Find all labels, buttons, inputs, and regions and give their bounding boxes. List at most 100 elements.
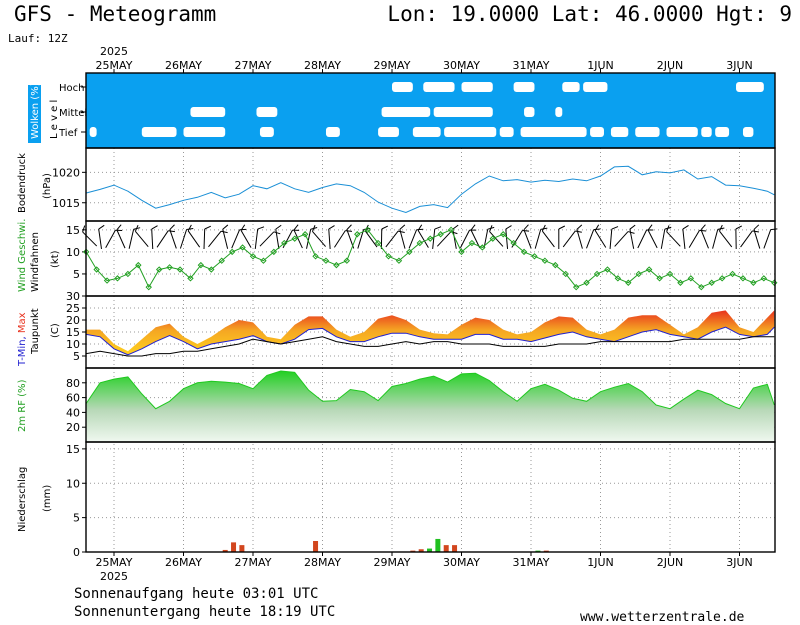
precipitation-axis-label: Niederschlag [17,467,28,532]
wind-barb [637,229,654,249]
wind-barb-feather [611,226,619,230]
wind-barb-feather [699,229,707,232]
wind-barb [312,225,326,247]
wind-barb [399,224,406,249]
cloud-block [141,127,177,137]
wind-barb [82,225,98,247]
wind-barb [408,228,424,249]
wind-speed-line [85,229,775,289]
cloud-block [423,82,455,92]
wind-barb-staff [293,229,303,249]
wind-barb [753,224,761,249]
temperature-tick-label: 10 [66,338,80,351]
cloud-level-label: Hoch [59,83,84,94]
day-label-bottom: 1JUN [587,556,614,569]
wind-barb [452,224,459,249]
wind-barb-staff [208,230,222,248]
wind-barb-staff [666,231,681,247]
source-credit[interactable]: www.wetterzentrale.de [580,610,744,625]
wind-barb [688,229,707,248]
temperature-range-band [86,310,775,355]
dewpoint-line [86,336,775,357]
pressure-unit-label: (hPa) [42,173,53,199]
wind-barb-feather [151,225,158,230]
cloud-block [635,127,660,137]
wind-barb-feather [257,226,265,230]
wind-barb [647,224,658,249]
wind-barb-feather [345,230,353,232]
wind-barb-feather [558,225,566,230]
wind-barb [534,227,548,249]
wind-barb [98,224,105,249]
wind-barb-feather [452,224,459,230]
wind-barb-staff [700,229,709,249]
wind-tick-label: 10 [66,246,80,259]
day-label-bottom: 2JUN [657,556,684,569]
wind-barb-staff [660,229,666,249]
precipitation-bar [452,545,458,552]
wind-barb [576,224,583,249]
wind-barb-staff [740,230,753,248]
cloud-block [701,127,712,137]
windfahnen-axis-label: Windfahnen [30,232,41,292]
precipitation-bar [435,538,441,552]
cloud-axis-label: Wolken (%) [30,82,41,139]
wind-barb [523,224,532,249]
precipitation-bar [443,545,449,552]
day-label-bottom: 29MAY [374,556,411,569]
day-label-bottom: 30MAY [443,556,480,569]
humidity-tick-label: 20 [66,421,80,434]
cloud-block [259,127,274,137]
temperature-tick-label: 30 [66,290,80,303]
wind-barb [208,230,228,248]
wind-barb-feather [204,225,212,230]
humidity-axis-label: 2m RF (%) [17,379,28,432]
wind-barb-feather [647,224,653,231]
temperature-tick-label: 15 [66,326,80,339]
wind-barb [134,224,149,247]
cloud-block [461,82,493,92]
wind-barb-feather [116,224,122,231]
precipitation-unit-label: (mm) [42,485,53,512]
wind-barb-staff [151,228,154,250]
wind-barb-feather [381,225,389,230]
cloud-block [742,127,754,137]
wind-barb [432,226,442,249]
wind-barb-staff [534,229,542,249]
wind-barb [483,226,495,249]
wind-barb-feather [470,224,476,231]
wind-barb-feather [328,225,335,230]
wind-barb-staff [187,230,201,248]
wind-barb-staff [128,229,135,249]
wind-barb-staff [712,229,719,249]
humidity-tick-label: 40 [66,406,80,419]
wind-barb [187,224,201,248]
wind-barb [151,225,158,250]
wind-barb-feather [169,224,175,230]
wind-barb [682,225,689,249]
wind-barb-feather [98,224,105,230]
wind-barb [459,229,477,249]
precipitation-bar [313,541,319,552]
cloud-block [89,127,97,137]
precipitation-tick-label: 15 [66,443,80,456]
wind-barb [629,224,636,249]
cloud-block [555,107,563,117]
cloud-block [433,107,493,117]
wind-barb [328,225,335,250]
wind-tick-label: 5 [73,268,80,281]
precipitation-tick-label: 0 [73,546,80,559]
wind-barb-staff [609,228,613,250]
humidity-tick-label: 60 [66,392,80,405]
wind-barb-feather [700,224,706,231]
wind-barb-feather [735,225,743,230]
pressure-line [86,165,775,214]
wind-barb-staff [98,229,102,249]
pressure-tick-label: 1020 [52,166,80,179]
wind-barb-feather [522,230,530,232]
humidity-area [86,371,775,442]
wind-barb [562,230,582,248]
cloud-block [524,107,535,117]
wind-barb-staff [436,231,452,247]
wind-barb-feather [576,224,583,230]
